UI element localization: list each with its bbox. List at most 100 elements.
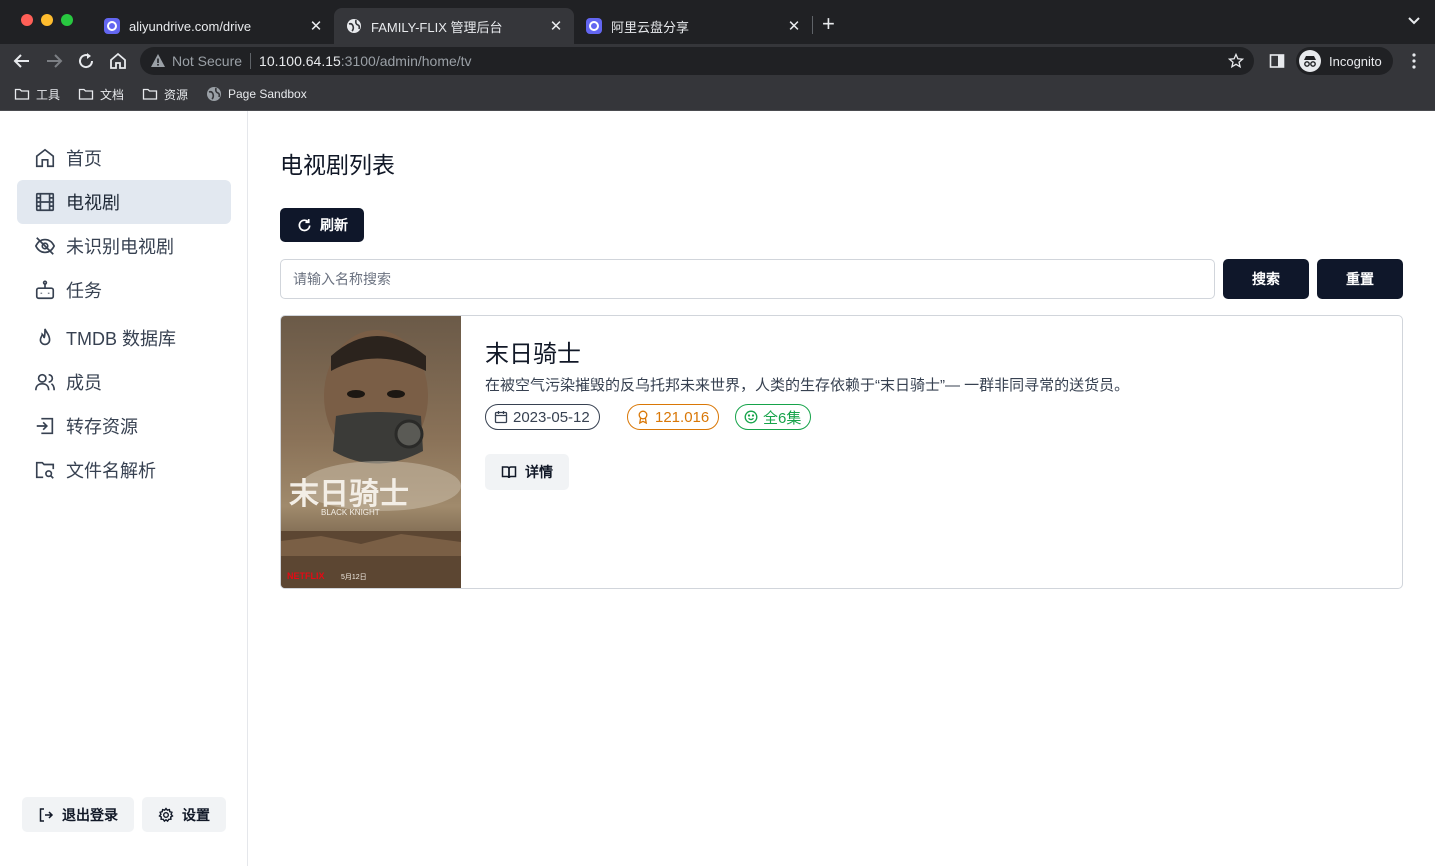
- sidebar-item-label: 转存资源: [66, 417, 138, 437]
- show-title: 末日骑士: [485, 341, 581, 368]
- episodes: 全6集: [763, 409, 802, 427]
- chevron-down-icon[interactable]: [1407, 14, 1421, 28]
- poster-release: 5月12日: [341, 573, 367, 581]
- tab-label: aliyundrive.com/drive: [129, 18, 252, 34]
- folder-icon: [78, 88, 94, 100]
- tab-aliyun-share[interactable]: 阿里云盘分享 ✕: [574, 8, 812, 44]
- bookmark-label: 工具: [36, 87, 61, 102]
- sidebar-item-tasks[interactable]: 任务: [17, 268, 231, 312]
- close-window-button[interactable]: [21, 14, 33, 26]
- more-menu-icon[interactable]: [1406, 52, 1422, 70]
- tv-show-card: 末日骑士 BLACK KNIGHT NETFLIX 5月12日 末日骑士 在被空…: [280, 315, 1403, 589]
- tab-strip: aliyundrive.com/drive ✕ FAMILY-FLIX 管理后台…: [0, 0, 1435, 44]
- bookmark-folder-tools[interactable]: 工具: [14, 84, 60, 104]
- security-status: Not Secure: [172, 53, 243, 69]
- home-icon: [35, 148, 55, 168]
- bookmark-star-icon[interactable]: [1228, 53, 1244, 69]
- tab-aliyundrive[interactable]: aliyundrive.com/drive ✕: [92, 8, 334, 44]
- bookmark-page-sandbox[interactable]: Page Sandbox: [206, 84, 307, 104]
- settings-label: 设置: [182, 806, 210, 823]
- folder-icon: [142, 88, 158, 100]
- sidebar-item-members[interactable]: 成员: [17, 360, 231, 404]
- logout-icon: [39, 807, 54, 822]
- bookmark-label: 文档: [100, 87, 125, 102]
- browser-toolbar: Not Secure 10.100.64.15:3100/admin/home/…: [0, 44, 1435, 78]
- address-bar[interactable]: Not Secure 10.100.64.15:3100/admin/home/…: [140, 47, 1254, 75]
- sidebar-item-label: 任务: [66, 281, 102, 301]
- tab-separator: [812, 16, 813, 34]
- book-open-icon: [501, 466, 517, 479]
- bookmark-label: 资源: [164, 87, 189, 102]
- tab-close-icon[interactable]: ✕: [548, 17, 564, 35]
- settings-button[interactable]: 设置: [142, 797, 226, 832]
- logout-label: 退出登录: [62, 806, 118, 823]
- poster-title-en: BLACK KNIGHT: [321, 508, 380, 517]
- profile-label: Incognito: [1329, 53, 1382, 69]
- rating: 121.016: [655, 408, 710, 426]
- folder-icon: [14, 88, 30, 100]
- tab-family-flix[interactable]: FAMILY-FLIX 管理后台 ✕: [334, 8, 574, 44]
- tab-close-icon[interactable]: ✕: [308, 17, 324, 35]
- address-path: :3100/admin/home/tv: [340, 53, 472, 69]
- poster-brand: NETFLIX: [287, 571, 325, 581]
- page-title: 电视剧列表: [280, 152, 395, 178]
- back-arrow-icon[interactable]: [12, 51, 32, 71]
- address-host: 10.100.64.15: [259, 53, 341, 69]
- refresh-label: 刷新: [320, 217, 348, 233]
- incognito-profile-button[interactable]: Incognito: [1296, 47, 1393, 75]
- eye-off-icon: [34, 237, 56, 255]
- episodes-badge: 全6集: [735, 404, 812, 430]
- side-panel-icon[interactable]: [1269, 53, 1285, 69]
- sidebar-item-home[interactable]: 首页: [17, 136, 231, 180]
- search-input[interactable]: [280, 259, 1215, 299]
- address-divider: [250, 53, 252, 69]
- sidebar-item-label: 首页: [66, 149, 102, 169]
- refresh-icon: [298, 218, 311, 231]
- folder-search-icon: [35, 461, 55, 479]
- app-content: 首页 电视剧 未识别电视剧 任务 TMDB 数据库 成员 转存资源 文件名解析 …: [0, 111, 1435, 866]
- tab-label: 阿里云盘分享: [611, 19, 690, 35]
- detail-button[interactable]: 详情: [485, 454, 569, 490]
- home-icon[interactable]: [108, 51, 128, 71]
- tab-close-icon[interactable]: ✕: [786, 17, 802, 35]
- bot-icon: [35, 280, 55, 300]
- sidebar-item-transfer[interactable]: 转存资源: [17, 404, 231, 448]
- bookmark-folder-resources[interactable]: 资源: [142, 84, 188, 104]
- reload-icon[interactable]: [76, 51, 96, 71]
- sidebar-item-unrecognized-tv[interactable]: 未识别电视剧: [17, 224, 231, 268]
- main-content: 电视剧列表 刷新 搜索 重置: [248, 111, 1435, 866]
- smile-icon: [744, 410, 758, 424]
- globe-icon: [347, 19, 361, 33]
- flame-icon: [39, 328, 51, 346]
- show-description: 在被空气污染摧毁的反乌托邦未来世界，人类的生存依赖于“末日骑士”— 一群非同寻常…: [485, 377, 1130, 394]
- new-tab-button[interactable]: +: [822, 13, 835, 35]
- sidebar-item-label: 未识别电视剧: [66, 237, 174, 257]
- air-date-badge: 2023-05-12: [485, 404, 600, 430]
- browser-window: aliyundrive.com/drive ✕ FAMILY-FLIX 管理后台…: [0, 0, 1435, 866]
- bookmark-folder-docs[interactable]: 文档: [78, 84, 124, 104]
- sidebar-item-filename-parse[interactable]: 文件名解析: [17, 448, 231, 492]
- incognito-icon: [1299, 50, 1321, 72]
- air-date: 2023-05-12: [513, 408, 590, 426]
- gear-icon: [158, 806, 174, 822]
- show-poster-image[interactable]: 末日骑士 BLACK KNIGHT NETFLIX 5月12日: [281, 316, 461, 588]
- warning-icon: [151, 54, 165, 67]
- minimize-window-button[interactable]: [41, 14, 53, 26]
- maximize-window-button[interactable]: [61, 14, 73, 26]
- import-icon: [36, 417, 54, 435]
- film-icon: [35, 192, 55, 212]
- poster-title-cn: 末日骑士: [289, 478, 409, 511]
- bookmarks-bar: 工具 文档 资源 Page Sandbox: [0, 78, 1435, 111]
- search-button[interactable]: 搜索: [1223, 259, 1309, 299]
- rating-badge: 121.016: [627, 404, 720, 430]
- sidebar-item-tmdb[interactable]: TMDB 数据库: [17, 316, 231, 360]
- forward-arrow-icon[interactable]: [44, 51, 64, 71]
- refresh-button[interactable]: 刷新: [280, 208, 364, 242]
- sidebar-item-label: TMDB 数据库: [66, 329, 176, 349]
- users-icon: [35, 373, 55, 391]
- sidebar-item-tv[interactable]: 电视剧: [17, 180, 231, 224]
- bookmark-label: Page Sandbox: [228, 87, 307, 101]
- award-icon: [638, 410, 648, 424]
- logout-button[interactable]: 退出登录: [22, 797, 134, 832]
- reset-button[interactable]: 重置: [1317, 259, 1403, 299]
